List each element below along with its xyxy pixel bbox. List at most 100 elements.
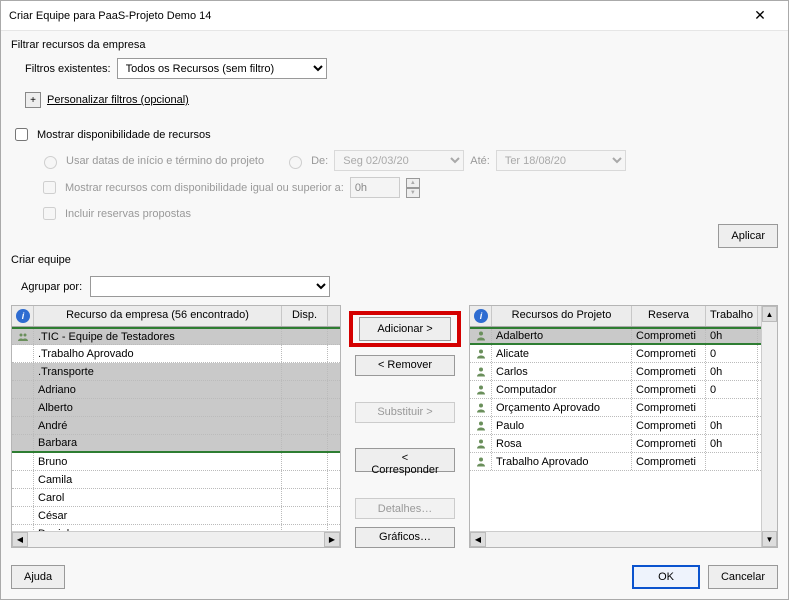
resource-name: Bruno bbox=[34, 453, 282, 470]
scroll-up-icon[interactable]: ▲ bbox=[762, 306, 777, 322]
resource-disp bbox=[282, 471, 328, 488]
show-availability-checkbox[interactable] bbox=[15, 128, 28, 141]
resource-name: Alicate bbox=[492, 345, 632, 362]
resource-disp bbox=[282, 435, 328, 451]
charts-button[interactable]: Gráficos… bbox=[355, 527, 455, 548]
table-row[interactable]: AlicateComprometi0 bbox=[470, 345, 777, 363]
person-icon bbox=[12, 363, 34, 380]
resource-name: Rosa bbox=[492, 435, 632, 452]
work-value: 0h bbox=[706, 329, 758, 343]
resource-disp bbox=[282, 345, 328, 362]
table-row[interactable]: Camila bbox=[12, 471, 340, 489]
table-row[interactable]: AdalbertoComprometi0h bbox=[470, 327, 777, 345]
availability-header[interactable]: Disp. bbox=[282, 306, 328, 326]
resource-name: .Transporte bbox=[34, 363, 282, 380]
work-header[interactable]: Trabalho bbox=[706, 306, 758, 326]
table-row[interactable]: PauloComprometi0h bbox=[470, 417, 777, 435]
right-scroll-v[interactable]: ▲ ▼ bbox=[761, 306, 777, 547]
resource-disp bbox=[282, 417, 328, 434]
min-availability-label: Mostrar recursos com disponibilidade igu… bbox=[65, 182, 344, 194]
table-row[interactable]: Adriano bbox=[12, 381, 340, 399]
left-scroll-h[interactable]: ◀ ▶ bbox=[12, 531, 340, 547]
table-row[interactable]: .TIC - Equipe de Testadores bbox=[12, 327, 340, 345]
resource-disp bbox=[282, 399, 328, 416]
company-resource-header[interactable]: Recurso da empresa (56 encontrado) bbox=[34, 306, 282, 326]
close-icon[interactable]: ✕ bbox=[740, 7, 780, 24]
table-row[interactable]: Carol bbox=[12, 489, 340, 507]
table-row[interactable]: RosaComprometi0h bbox=[470, 435, 777, 453]
resource-disp bbox=[282, 381, 328, 398]
scroll-right-icon[interactable]: ▶ bbox=[324, 532, 340, 547]
table-row[interactable]: Bruno bbox=[12, 453, 340, 471]
reserve-value: Comprometi bbox=[632, 381, 706, 398]
table-row[interactable]: .Trabalho Aprovado bbox=[12, 345, 340, 363]
ok-button[interactable]: OK bbox=[632, 565, 700, 589]
right-scroll-h[interactable]: ◀ ▶ bbox=[470, 531, 777, 547]
scroll-down-icon[interactable]: ▼ bbox=[762, 531, 777, 547]
person-icon bbox=[12, 417, 34, 434]
project-resource-header[interactable]: Recursos do Projeto bbox=[492, 306, 632, 326]
resource-name: Computador bbox=[492, 381, 632, 398]
company-resources-body[interactable]: .TIC - Equipe de Testadores.Trabalho Apr… bbox=[12, 327, 340, 531]
table-row[interactable]: CarlosComprometi0h bbox=[470, 363, 777, 381]
cancel-button[interactable]: Cancelar bbox=[708, 565, 778, 589]
add-button[interactable]: Adicionar > bbox=[359, 317, 451, 341]
existing-filters-label: Filtros existentes: bbox=[25, 63, 111, 75]
to-label: Até: bbox=[470, 155, 490, 167]
resource-name: .Trabalho Aprovado bbox=[34, 345, 282, 362]
resource-name: .TIC - Equipe de Testadores bbox=[34, 329, 282, 344]
table-row[interactable]: Trabalho AprovadoComprometi bbox=[470, 453, 777, 471]
show-availability-row: Mostrar disponibilidade de recursos bbox=[11, 125, 778, 144]
resource-name: Carol bbox=[34, 489, 282, 506]
help-button[interactable]: Ajuda bbox=[11, 565, 65, 589]
dialog-content: Filtrar recursos da empresa Filtros exis… bbox=[1, 31, 788, 554]
use-project-dates-label: Usar datas de início e término do projet… bbox=[66, 155, 264, 167]
details-button: Detalhes… bbox=[355, 498, 455, 519]
remove-button[interactable]: < Remover bbox=[355, 355, 455, 376]
table-row[interactable]: Orçamento AprovadoComprometi bbox=[470, 399, 777, 417]
group-icon bbox=[12, 329, 34, 344]
match-button[interactable]: < Corresponder bbox=[355, 448, 455, 472]
project-resources-body[interactable]: AdalbertoComprometi0hAlicateComprometi0C… bbox=[470, 327, 777, 531]
min-availability-checkbox bbox=[43, 181, 56, 194]
scroll-left-icon[interactable]: ◀ bbox=[470, 532, 486, 547]
reserve-value: Comprometi bbox=[632, 399, 706, 416]
reserve-value: Comprometi bbox=[632, 453, 706, 470]
person-icon bbox=[12, 507, 34, 524]
use-dates-row: Usar datas de início e término do projet… bbox=[39, 150, 778, 171]
expand-filters-button[interactable]: + bbox=[25, 92, 41, 108]
person-icon bbox=[470, 435, 492, 452]
table-row[interactable]: Daniela bbox=[12, 525, 340, 531]
table-row[interactable]: ComputadorComprometi0 bbox=[470, 381, 777, 399]
include-proposed-checkbox bbox=[43, 207, 56, 220]
table-row[interactable]: César bbox=[12, 507, 340, 525]
resource-name: Daniela bbox=[34, 525, 282, 531]
resource-name: Camila bbox=[34, 471, 282, 488]
hours-spin-up: ▲ bbox=[406, 178, 420, 188]
person-icon bbox=[12, 489, 34, 506]
project-resources-panel: i Recursos do Projeto Reserva Trabalho A… bbox=[469, 305, 778, 548]
existing-filters-select[interactable]: Todos os Recursos (sem filtro) bbox=[117, 58, 327, 79]
person-icon bbox=[12, 381, 34, 398]
filter-section-label: Filtrar recursos da empresa bbox=[11, 39, 778, 51]
table-row[interactable]: Barbara bbox=[12, 435, 340, 453]
reserve-header[interactable]: Reserva bbox=[632, 306, 706, 326]
scroll-left-icon[interactable]: ◀ bbox=[12, 532, 28, 547]
table-row[interactable]: Alberto bbox=[12, 399, 340, 417]
resource-name: Barbara bbox=[34, 435, 282, 451]
customize-filters-row: + Personalizar filtros (opcional) bbox=[25, 92, 778, 108]
resource-name: Orçamento Aprovado bbox=[492, 399, 632, 416]
table-row[interactable]: André bbox=[12, 417, 340, 435]
apply-button[interactable]: Aplicar bbox=[718, 224, 778, 248]
person-icon bbox=[12, 525, 34, 531]
dialog-footer: Ajuda OK Cancelar bbox=[1, 554, 788, 599]
resource-name: César bbox=[34, 507, 282, 524]
work-value bbox=[706, 399, 758, 416]
person-icon bbox=[470, 329, 492, 343]
group-by-select[interactable] bbox=[90, 276, 330, 297]
reserve-value: Comprometi bbox=[632, 329, 706, 343]
include-proposed-row: Incluir reservas propostas bbox=[39, 204, 778, 223]
person-icon bbox=[470, 381, 492, 398]
date-from-select: Seg 02/03/20 bbox=[334, 150, 464, 171]
table-row[interactable]: .Transporte bbox=[12, 363, 340, 381]
